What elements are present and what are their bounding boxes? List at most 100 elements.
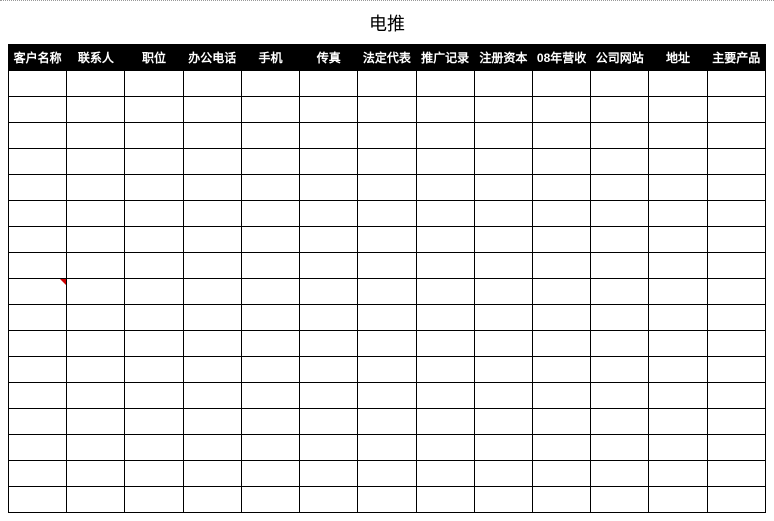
table-cell[interactable] bbox=[416, 227, 474, 253]
table-cell[interactable] bbox=[416, 383, 474, 409]
table-cell[interactable] bbox=[9, 175, 67, 201]
table-cell[interactable] bbox=[67, 487, 125, 513]
table-cell[interactable] bbox=[649, 383, 707, 409]
table-cell[interactable] bbox=[649, 253, 707, 279]
table-cell[interactable] bbox=[649, 201, 707, 227]
table-cell[interactable] bbox=[183, 279, 241, 305]
table-cell[interactable] bbox=[67, 227, 125, 253]
table-cell[interactable] bbox=[532, 357, 590, 383]
table-cell[interactable] bbox=[358, 123, 416, 149]
table-cell[interactable] bbox=[241, 487, 299, 513]
table-cell[interactable] bbox=[532, 409, 590, 435]
table-cell[interactable] bbox=[474, 383, 532, 409]
table-cell[interactable] bbox=[67, 409, 125, 435]
table-cell[interactable] bbox=[591, 357, 649, 383]
table-cell[interactable] bbox=[9, 253, 67, 279]
table-cell[interactable] bbox=[532, 383, 590, 409]
table-cell[interactable] bbox=[532, 71, 590, 97]
table-cell[interactable] bbox=[416, 435, 474, 461]
table-cell[interactable] bbox=[241, 331, 299, 357]
table-cell[interactable] bbox=[9, 435, 67, 461]
table-cell[interactable] bbox=[474, 201, 532, 227]
table-cell[interactable] bbox=[649, 487, 707, 513]
table-cell[interactable] bbox=[67, 357, 125, 383]
table-cell[interactable] bbox=[241, 409, 299, 435]
table-cell[interactable] bbox=[591, 305, 649, 331]
table-cell[interactable] bbox=[649, 97, 707, 123]
table-cell[interactable] bbox=[707, 383, 765, 409]
table-cell[interactable] bbox=[532, 149, 590, 175]
table-cell[interactable] bbox=[532, 123, 590, 149]
table-cell[interactable] bbox=[358, 97, 416, 123]
table-cell[interactable] bbox=[300, 435, 358, 461]
table-cell[interactable] bbox=[649, 227, 707, 253]
table-cell[interactable] bbox=[183, 227, 241, 253]
table-cell[interactable] bbox=[300, 201, 358, 227]
table-cell[interactable] bbox=[358, 201, 416, 227]
table-cell[interactable] bbox=[474, 227, 532, 253]
table-cell[interactable] bbox=[358, 71, 416, 97]
table-cell[interactable] bbox=[9, 149, 67, 175]
table-cell[interactable] bbox=[67, 383, 125, 409]
table-cell[interactable] bbox=[67, 175, 125, 201]
table-cell[interactable] bbox=[591, 461, 649, 487]
table-cell[interactable] bbox=[67, 123, 125, 149]
table-cell[interactable] bbox=[183, 487, 241, 513]
table-cell[interactable] bbox=[416, 461, 474, 487]
table-cell[interactable] bbox=[125, 487, 183, 513]
table-cell[interactable] bbox=[707, 175, 765, 201]
table-cell[interactable] bbox=[125, 149, 183, 175]
table-cell[interactable] bbox=[9, 331, 67, 357]
table-cell[interactable] bbox=[183, 331, 241, 357]
table-cell[interactable] bbox=[591, 227, 649, 253]
table-cell[interactable] bbox=[649, 331, 707, 357]
table-cell[interactable] bbox=[183, 383, 241, 409]
table-cell[interactable] bbox=[416, 201, 474, 227]
table-cell[interactable] bbox=[67, 461, 125, 487]
table-cell[interactable] bbox=[474, 331, 532, 357]
table-cell[interactable] bbox=[416, 123, 474, 149]
table-cell[interactable] bbox=[416, 487, 474, 513]
table-cell[interactable] bbox=[649, 123, 707, 149]
table-cell[interactable] bbox=[591, 331, 649, 357]
table-cell[interactable] bbox=[591, 123, 649, 149]
table-cell[interactable] bbox=[591, 279, 649, 305]
table-cell[interactable] bbox=[649, 357, 707, 383]
table-cell[interactable] bbox=[241, 461, 299, 487]
table-cell[interactable] bbox=[707, 227, 765, 253]
table-cell[interactable] bbox=[649, 435, 707, 461]
table-cell[interactable] bbox=[183, 149, 241, 175]
table-cell[interactable] bbox=[358, 227, 416, 253]
table-cell[interactable] bbox=[67, 305, 125, 331]
table-cell[interactable] bbox=[67, 435, 125, 461]
table-cell[interactable] bbox=[358, 357, 416, 383]
table-cell[interactable] bbox=[241, 175, 299, 201]
table-cell[interactable] bbox=[358, 305, 416, 331]
table-cell[interactable] bbox=[707, 357, 765, 383]
table-cell[interactable] bbox=[358, 279, 416, 305]
table-cell[interactable] bbox=[67, 71, 125, 97]
table-cell[interactable] bbox=[416, 97, 474, 123]
table-cell[interactable] bbox=[591, 253, 649, 279]
table-cell[interactable] bbox=[416, 71, 474, 97]
table-cell[interactable] bbox=[532, 201, 590, 227]
table-cell[interactable] bbox=[532, 305, 590, 331]
table-cell[interactable] bbox=[300, 461, 358, 487]
table-cell[interactable] bbox=[532, 279, 590, 305]
table-cell[interactable] bbox=[358, 435, 416, 461]
table-cell[interactable] bbox=[125, 201, 183, 227]
table-cell[interactable] bbox=[416, 305, 474, 331]
table-cell[interactable] bbox=[416, 357, 474, 383]
table-cell[interactable] bbox=[707, 279, 765, 305]
table-cell[interactable] bbox=[416, 175, 474, 201]
table-cell[interactable] bbox=[707, 71, 765, 97]
table-cell[interactable] bbox=[241, 123, 299, 149]
table-cell[interactable] bbox=[707, 123, 765, 149]
table-cell[interactable] bbox=[532, 331, 590, 357]
table-cell[interactable] bbox=[183, 175, 241, 201]
table-cell[interactable] bbox=[125, 175, 183, 201]
table-cell[interactable] bbox=[707, 253, 765, 279]
table-cell[interactable] bbox=[183, 123, 241, 149]
table-cell[interactable] bbox=[9, 227, 67, 253]
table-cell[interactable] bbox=[474, 305, 532, 331]
